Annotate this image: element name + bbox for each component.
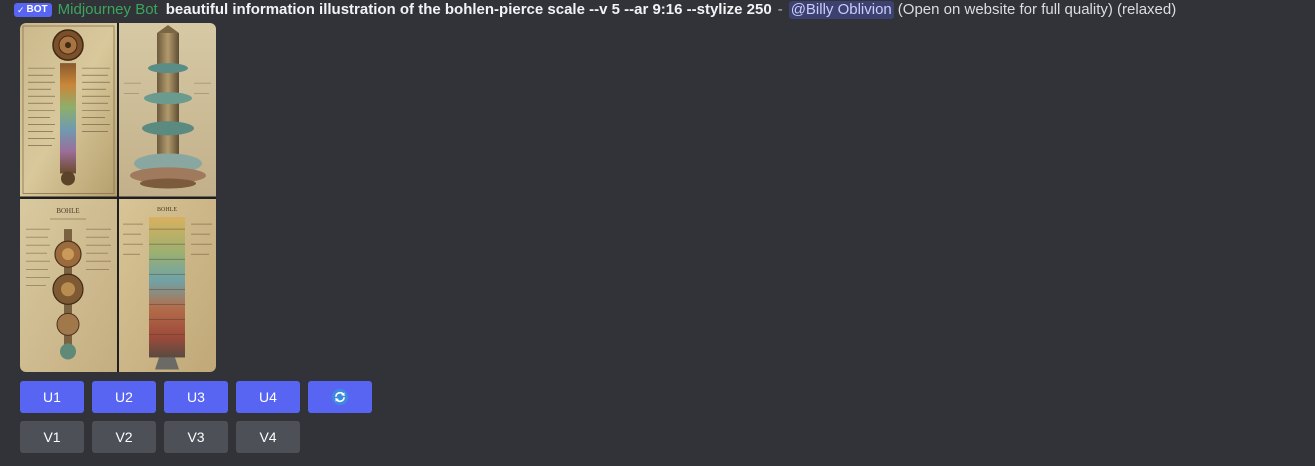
message-header: ✓ BOT Midjourney Bot beautiful informati… (14, 1, 1176, 19)
upscale-button-4[interactable]: U4 (236, 381, 300, 413)
variation-button-3[interactable]: V3 (164, 421, 228, 453)
separator: - (777, 1, 783, 18)
bot-tag-label: BOT (26, 4, 48, 15)
variation-button-row: V1 V2 V3 V4 (20, 421, 300, 453)
image-tile-4[interactable]: BOHLE (119, 198, 216, 372)
status-suffix: (Open on website for full quality) (rela… (897, 1, 1177, 18)
verified-check-icon: ✓ (17, 5, 25, 15)
tile4-heading: BOHLE (157, 207, 177, 213)
upscale-button-1[interactable]: U1 (20, 381, 84, 413)
reroll-button[interactable] (308, 381, 372, 413)
bot-tag: ✓ BOT (14, 3, 52, 17)
upscale-button-3[interactable]: U3 (164, 381, 228, 413)
image-grid[interactable]: BOHLE BOHLE (20, 23, 216, 372)
author-name[interactable]: Midjourney Bot (58, 1, 158, 19)
variation-button-4[interactable]: V4 (236, 421, 300, 453)
user-mention[interactable]: @Billy Oblivion (788, 1, 894, 19)
upscale-button-row: U1 U2 U3 U4 (20, 381, 372, 413)
variation-button-1[interactable]: V1 (20, 421, 84, 453)
image-tile-1[interactable] (20, 23, 117, 197)
variation-button-2[interactable]: V2 (92, 421, 156, 453)
refresh-icon (331, 388, 349, 406)
upscale-button-2[interactable]: U2 (92, 381, 156, 413)
image-tile-2[interactable] (119, 23, 216, 197)
tile3-heading: BOHLE (56, 207, 79, 215)
midjourney-message: ✓ BOT Midjourney Bot beautiful informati… (0, 0, 1315, 466)
image-tile-3[interactable]: BOHLE (20, 198, 117, 372)
prompt-text: beautiful information illustration of th… (165, 1, 772, 18)
